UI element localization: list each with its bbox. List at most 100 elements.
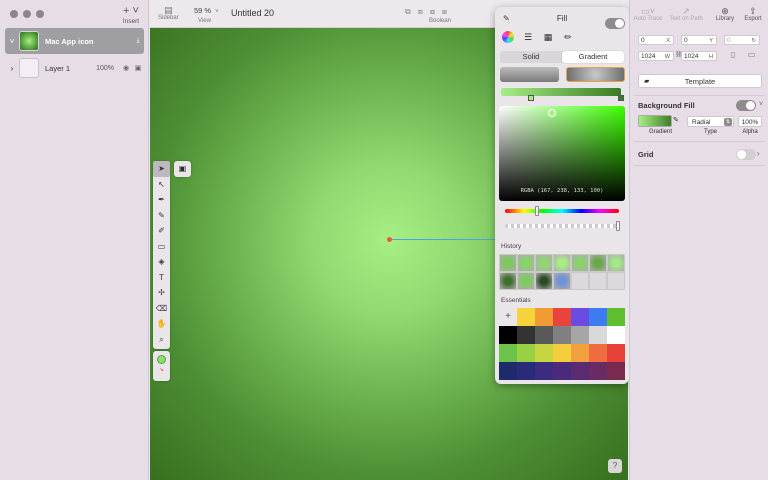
essentials-swatch[interactable]: [517, 308, 535, 326]
library-button[interactable]: ⊕ Library: [712, 6, 738, 22]
history-swatch[interactable]: [553, 254, 571, 272]
chevron-down-icon[interactable]: ˅: [759, 101, 763, 108]
color-sliders-icon[interactable]: ☰: [522, 31, 534, 43]
intersect-icon[interactable]: ⧇: [430, 7, 435, 17]
chevron-right-icon[interactable]: ›: [757, 149, 760, 158]
essentials-swatch[interactable]: [517, 362, 535, 380]
pen-tool-icon[interactable]: ✒: [153, 192, 170, 208]
essentials-swatch[interactable]: [607, 326, 625, 344]
close-window-button[interactable]: [10, 10, 18, 18]
history-swatch[interactable]: [535, 254, 553, 272]
union-icon[interactable]: ⧉: [405, 7, 411, 17]
grid-toggle[interactable]: [736, 149, 756, 160]
subtract-icon[interactable]: ⧈: [418, 7, 423, 17]
history-swatch[interactable]: [589, 254, 607, 272]
essentials-swatch[interactable]: [571, 326, 589, 344]
alpha-field[interactable]: 100%: [738, 116, 762, 127]
difference-icon[interactable]: ⧆: [442, 7, 447, 17]
tab-gradient[interactable]: Gradient: [562, 51, 624, 63]
saturation-brightness-picker[interactable]: RGBA (167, 238, 133, 100): [499, 106, 625, 201]
artboard-tool-icon[interactable]: ▣: [174, 161, 191, 177]
history-swatch[interactable]: [535, 272, 553, 290]
essentials-swatch[interactable]: [571, 344, 589, 362]
x-position-field[interactable]: 0X: [638, 35, 674, 45]
color-wheel-icon[interactable]: [502, 31, 514, 43]
tab-solid[interactable]: Solid: [500, 51, 562, 63]
eraser-tool-icon[interactable]: ⌫: [153, 301, 170, 317]
fill-tool-icon[interactable]: ◈: [153, 254, 170, 270]
gradient-bar[interactable]: [501, 88, 621, 96]
history-swatch[interactable]: [553, 272, 571, 290]
gradient-type-select[interactable]: Radial ⇅: [687, 116, 734, 127]
sidebar-toggle-button[interactable]: ▤ Sidebar: [158, 5, 179, 21]
picker-handle[interactable]: [548, 109, 556, 117]
history-swatch[interactable]: [517, 254, 535, 272]
essentials-swatch[interactable]: [571, 362, 589, 380]
history-swatch[interactable]: [499, 272, 517, 290]
brush-tool-icon[interactable]: ✐: [153, 223, 170, 239]
y-position-field[interactable]: 0Y: [681, 35, 717, 45]
direct-select-tool-icon[interactable]: ↖: [153, 177, 170, 193]
zoom-control[interactable]: 59 % ˅: [194, 6, 219, 15]
essentials-swatch[interactable]: [553, 308, 571, 326]
add-swatch-button[interactable]: +: [499, 308, 517, 326]
minimize-window-button[interactable]: [23, 10, 31, 18]
portrait-orientation-icon[interactable]: ▯: [731, 50, 735, 59]
essentials-swatch[interactable]: [499, 344, 517, 362]
essentials-swatch[interactable]: [499, 326, 517, 344]
essentials-swatch[interactable]: [607, 344, 625, 362]
chevron-down-icon[interactable]: ˅: [5, 37, 19, 46]
pencil-icon[interactable]: ✏: [562, 31, 574, 43]
history-swatch[interactable]: [499, 254, 517, 272]
zoom-window-button[interactable]: [36, 10, 44, 18]
alpha-slider-knob[interactable]: [616, 221, 620, 231]
select-tool-icon[interactable]: ➤: [153, 161, 170, 177]
layer-row-mac-app-icon[interactable]: ˅ Mac App icon ⤓: [5, 28, 144, 54]
essentials-swatch[interactable]: [517, 326, 535, 344]
essentials-swatch[interactable]: [535, 344, 553, 362]
essentials-swatch[interactable]: [499, 362, 517, 380]
essentials-swatch[interactable]: [553, 344, 571, 362]
current-color-swatch[interactable]: [157, 355, 166, 364]
gradient-stop-end[interactable]: [618, 95, 624, 101]
template-button[interactable]: ▰ Template: [638, 74, 762, 88]
essentials-swatch[interactable]: [553, 362, 571, 380]
essentials-swatch[interactable]: [535, 308, 553, 326]
eye-icon[interactable]: ◉: [120, 64, 132, 72]
essentials-swatch[interactable]: [589, 326, 607, 344]
essentials-swatch[interactable]: [607, 308, 625, 326]
chevron-right-icon[interactable]: ›: [5, 64, 19, 73]
essentials-swatch[interactable]: [571, 308, 589, 326]
lock-icon[interactable]: ▣: [132, 64, 144, 72]
layer-row-layer-1[interactable]: › Layer 1 100% ◉ ▣: [5, 56, 144, 80]
essentials-swatch[interactable]: [517, 344, 535, 362]
gradient-preset-radial[interactable]: [566, 67, 625, 82]
gradient-stop-start[interactable]: [528, 95, 534, 101]
color-palette-icon[interactable]: ▦: [542, 31, 554, 43]
history-swatch[interactable]: [571, 254, 589, 272]
text-on-path-button[interactable]: ↗ Text on Path: [666, 6, 706, 22]
layer-opacity[interactable]: 100%: [96, 65, 114, 72]
hue-slider-knob[interactable]: [535, 206, 539, 216]
essentials-swatch[interactable]: [589, 308, 607, 326]
export-slice-icon[interactable]: ⤓: [132, 37, 144, 45]
background-fill-toggle[interactable]: [736, 100, 756, 111]
landscape-orientation-icon[interactable]: ▭: [748, 50, 756, 59]
essentials-swatch[interactable]: [553, 326, 571, 344]
essentials-swatch[interactable]: [535, 362, 553, 380]
hue-slider[interactable]: [505, 209, 619, 213]
history-swatch[interactable]: [607, 254, 625, 272]
history-swatch[interactable]: [517, 272, 535, 290]
background-fill-swatch[interactable]: [638, 115, 672, 127]
gradient-direction-line[interactable]: [389, 239, 499, 240]
text-tool-icon[interactable]: T: [153, 270, 170, 286]
gradient-preset-linear[interactable]: [500, 67, 559, 82]
help-button[interactable]: ?: [608, 459, 622, 473]
essentials-swatch[interactable]: [607, 362, 625, 380]
zoom-tool-icon[interactable]: ⌕: [153, 332, 170, 348]
export-button[interactable]: ⇪ Export: [740, 6, 766, 22]
auto-trace-button[interactable]: ▭˅ Auto Trace: [633, 6, 663, 22]
rotation-field[interactable]: 0 ↻: [724, 35, 760, 45]
swap-colors-icon[interactable]: ↘: [153, 366, 170, 376]
essentials-swatch[interactable]: [589, 344, 607, 362]
